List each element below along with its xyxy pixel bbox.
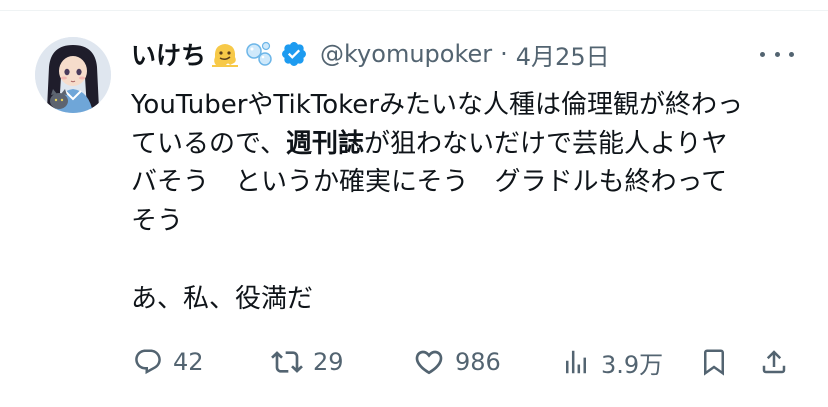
tweet-text-line: バそう というか確実にそう グラドルも終わって [131,167,728,197]
separator-dot: · [500,40,508,68]
timestamp[interactable]: 4月25日 [516,37,610,72]
heart-icon [415,350,443,375]
bookmark-button[interactable] [699,344,729,380]
tweet[interactable]: いけち @kyomupoker · 4月25日 YouTuberやTikToke… [0,11,828,407]
views-icon [566,350,586,374]
more-icon [760,51,765,57]
retweet-icon [271,351,303,373]
more-options-button[interactable] [760,44,794,64]
bold-text: 週刊誌 [285,128,364,159]
verified-badge-icon [280,40,308,68]
like-button[interactable]: 986 [413,344,501,380]
tweet-text: YouTuberやTikTokerみたいな人種は倫理観が終わっ ているので、週刊… [131,86,791,319]
tweet-text-line: そう [131,205,184,236]
melting-face-emoji-icon [210,39,240,69]
tweet-header: いけち @kyomupoker · 4月25日 [131,37,610,71]
tweet-text-line: あ、私、役満だ [131,284,314,314]
views-count: 3.9万 [601,350,664,379]
handle[interactable]: @kyomupoker [320,40,492,68]
reply-button[interactable]: 42 [133,344,204,380]
top-divider [0,0,828,11]
views-button[interactable]: 3.9万 [561,344,663,380]
tweet-text-line: ているので、週刊誌が狙わないだけで芸能人よりヤ [131,128,728,159]
share-icon [762,350,786,374]
share-button[interactable] [759,344,789,380]
reply-icon [135,349,161,375]
like-count: 986 [455,348,501,376]
display-name[interactable]: いけち [131,36,206,72]
retweet-count: 29 [313,348,344,376]
avatar[interactable] [35,37,111,113]
retweet-button[interactable]: 29 [271,344,344,380]
bookmark-icon [704,349,724,376]
reply-count: 42 [173,348,204,376]
tweet-text-line: YouTuberやTikTokerみたいな人種は倫理観が終わっ [131,90,743,120]
action-bar: 42 29 986 3.9万 [131,344,796,380]
bubbles-emoji-icon [244,39,274,69]
